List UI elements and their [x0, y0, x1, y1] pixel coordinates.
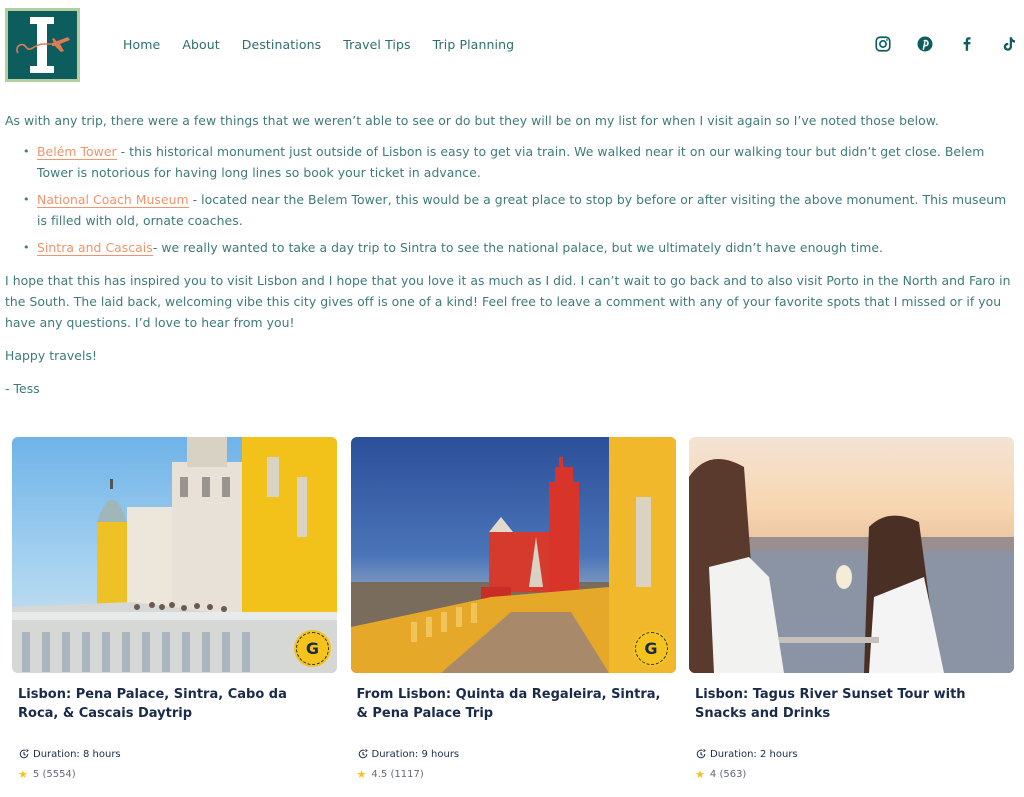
missed-places-list: Belém Tower - this historical monument j… — [5, 141, 1020, 258]
tour-rating: ★ 4 (563) — [689, 768, 1014, 781]
site-logo[interactable] — [5, 8, 80, 82]
star-icon: ★ — [356, 768, 367, 781]
rating-value: 4.5 — [371, 769, 388, 780]
tour-rating: ★ 4.5 (1117) — [351, 768, 676, 781]
tour-duration: Duration: 9 hours — [351, 748, 676, 760]
tour-title[interactable]: Lisbon: Pena Palace, Sintra, Cabo da Roc… — [12, 685, 337, 735]
pinterest-icon[interactable] — [916, 35, 934, 53]
review-count: (1117) — [390, 769, 424, 780]
getyourguide-badge: G — [634, 632, 668, 665]
tour-duration: Duration: 8 hours — [12, 748, 337, 760]
list-item: Sintra and Cascais- we really wanted to … — [23, 237, 1020, 258]
list-item-text: - this historical monument just outside … — [37, 144, 985, 180]
facebook-icon[interactable] — [958, 35, 976, 53]
site-header: Home About Destinations Travel Tips Trip… — [0, 0, 1024, 92]
rating-value: 5 — [32, 769, 40, 780]
instagram-icon[interactable] — [874, 35, 892, 53]
tour-image[interactable]: G — [350, 437, 676, 673]
belem-tower-link[interactable]: Belém Tower — [37, 144, 117, 160]
national-coach-museum-link[interactable]: National Coach Museum — [37, 192, 189, 208]
signature: - Tess — [5, 381, 40, 396]
tour-card[interactable]: G From Lisbon: Quinta da Regaleira, Sint… — [350, 437, 676, 797]
list-item: Belém Tower - this historical monument j… — [23, 141, 1020, 183]
closing-paragraph: I hope that this has inspired you to vis… — [5, 273, 1011, 330]
tour-title[interactable]: Lisbon: Tagus River Sunset Tour with Sna… — [689, 685, 1014, 735]
tour-rating: ★ 5 (5554) — [12, 768, 337, 781]
clock-icon — [19, 749, 29, 759]
signoff: Happy travels! — [5, 348, 97, 363]
nav-trip-planning[interactable]: Trip Planning — [433, 37, 514, 52]
pena-palace-image — [12, 437, 337, 673]
tour-card[interactable]: Lisbon: Tagus River Sunset Tour with Sna… — [689, 437, 1014, 797]
tour-cards: G Lisbon: Pena Palace, Sintra, Cabo da R… — [12, 437, 1014, 797]
tour-title[interactable]: From Lisbon: Quinta da Regaleira, Sintra… — [351, 685, 676, 735]
clock-icon — [696, 749, 706, 759]
list-item: National Coach Museum - located near the… — [23, 189, 1020, 231]
article-content: As with any trip, there were a few thing… — [5, 110, 1020, 411]
social-links — [850, 35, 1018, 53]
tour-image[interactable] — [689, 437, 1014, 673]
tour-card[interactable]: G Lisbon: Pena Palace, Sintra, Cabo da R… — [12, 437, 337, 797]
tour-duration: Duration: 2 hours — [689, 748, 1014, 760]
review-count: (563) — [719, 769, 747, 780]
nav-about[interactable]: About — [182, 37, 219, 52]
nav-home[interactable]: Home — [123, 37, 160, 52]
tour-image[interactable]: G — [12, 437, 337, 673]
sintra-cascais-link[interactable]: Sintra and Cascais — [37, 240, 153, 256]
sunset-river-image — [689, 459, 1014, 673]
intro-paragraph: As with any trip, there were a few thing… — [5, 113, 939, 128]
nav-destinations[interactable]: Destinations — [242, 37, 321, 52]
getyourguide-badge: G — [296, 632, 329, 665]
list-item-text: - we really wanted to take a day trip to… — [152, 240, 883, 255]
logo-plane-icon — [16, 17, 70, 73]
rating-value: 4 — [709, 769, 717, 780]
main-nav: Home About Destinations Travel Tips Trip… — [123, 37, 536, 52]
review-count: (5554) — [42, 769, 76, 780]
star-icon: ★ — [18, 768, 28, 781]
star-icon: ★ — [695, 768, 705, 781]
nav-travel-tips[interactable]: Travel Tips — [343, 37, 410, 52]
tiktok-icon[interactable] — [1000, 35, 1018, 53]
clock-icon — [358, 749, 368, 759]
pena-red-tower-image — [350, 437, 676, 673]
